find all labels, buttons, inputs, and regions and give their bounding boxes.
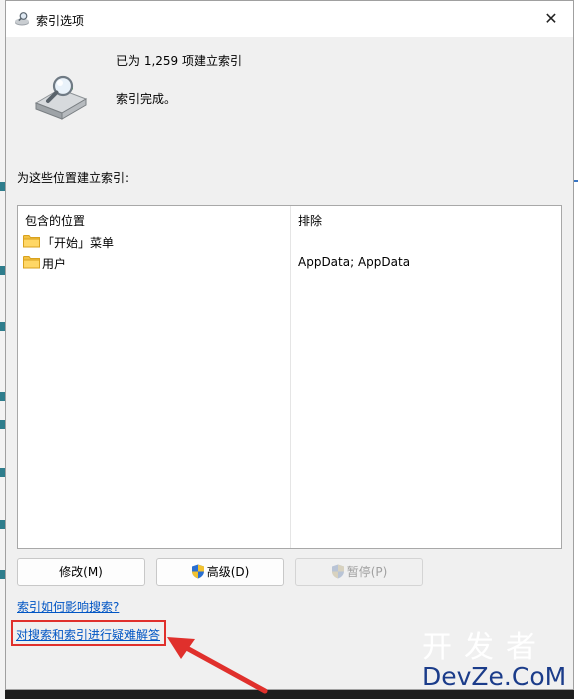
- list-item[interactable]: 「开始」菜单: [19, 231, 560, 252]
- advanced-button[interactable]: 高级(D): [156, 558, 284, 586]
- location-name: 用户: [42, 257, 67, 271]
- close-button[interactable]: ✕: [529, 1, 573, 37]
- background-window-edge-right: [574, 0, 578, 699]
- indexed-count-text: 已为 1,259 项建立索引: [116, 54, 242, 68]
- location-exclusions: AppData; AppData: [298, 255, 411, 269]
- advanced-button-label: 高级(D): [206, 565, 250, 579]
- indexed-locations-list[interactable]: 包含的位置 排除 「开始」菜单 用户 AppData; AppData: [17, 205, 562, 549]
- column-header-excluded[interactable]: 排除: [298, 212, 322, 229]
- folder-icon: [23, 256, 40, 269]
- background-mark: [574, 180, 578, 182]
- location-name: 「开始」菜单: [42, 236, 115, 250]
- indexing-options-dialog: 索引选项 ✕ 已为 1,259 项建立索引 索引完成。 为这些位置建立索引: 包…: [5, 0, 574, 690]
- folder-icon: [23, 235, 40, 248]
- modify-button[interactable]: 修改(M): [17, 558, 145, 586]
- annotation-highlight-box: [11, 620, 166, 646]
- list-item[interactable]: 用户 AppData; AppData: [19, 252, 560, 273]
- site-watermark: 开发者 DevZe.CoM: [418, 632, 578, 694]
- how-indexing-affects-search-link[interactable]: 索引如何影响搜索?: [17, 598, 119, 615]
- indexed-drive-icon: [34, 75, 88, 120]
- pause-button-label: 暂停(P): [346, 565, 388, 579]
- watermark-line-1: 开发者: [422, 630, 548, 665]
- column-header-included[interactable]: 包含的位置: [25, 212, 85, 229]
- watermark-line-2: DevZe.CoM: [422, 662, 567, 691]
- index-status-text: 索引完成。: [116, 92, 177, 106]
- indexing-options-icon: [15, 12, 29, 26]
- title-bar[interactable]: 索引选项 ✕: [6, 1, 573, 37]
- pause-button[interactable]: 暂停(P): [295, 558, 423, 586]
- window-title: 索引选项: [36, 14, 85, 28]
- uac-shield-icon: [331, 564, 344, 579]
- locations-section-label: 为这些位置建立索引:: [17, 171, 130, 185]
- uac-shield-icon: [191, 564, 204, 579]
- annotation-arrow-icon: [167, 637, 268, 694]
- close-icon: ✕: [544, 9, 558, 28]
